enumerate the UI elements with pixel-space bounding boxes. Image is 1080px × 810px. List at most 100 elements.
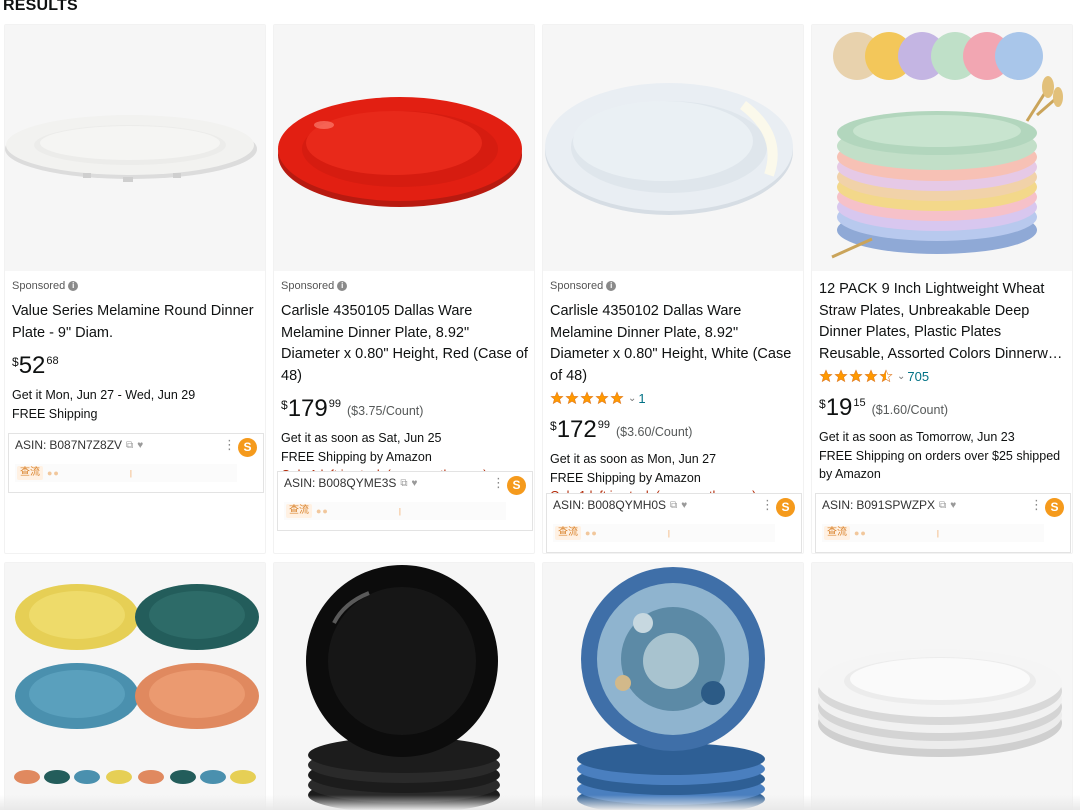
- product-card[interactable]: [273, 562, 535, 810]
- sponsored-label[interactable]: Sponsored i: [281, 279, 531, 293]
- heart-icon[interactable]: ♥: [950, 500, 956, 511]
- asin-label: ASIN:: [822, 498, 854, 512]
- traffic-bar: 查流 ●● |: [284, 502, 506, 520]
- star-icon: [864, 369, 878, 383]
- asin-label: ASIN:: [553, 498, 585, 512]
- chevron-down-icon[interactable]: ⌄: [897, 371, 905, 382]
- copy-icon[interactable]: ⧉: [400, 478, 407, 489]
- traffic-bar: 查流 ●● |: [822, 524, 1044, 542]
- asin-label: ASIN:: [15, 438, 47, 452]
- product-image[interactable]: [274, 563, 534, 810]
- scroll-edge: [0, 795, 1080, 810]
- product-title[interactable]: 12 PACK 9 Inch Lightweight Wheat Straw P…: [819, 279, 1069, 365]
- extension-panel: ASIN: B008QYMH0S ⧉ ♥ ⋮ S 查流 ●● |: [546, 493, 802, 553]
- star-icon: [849, 369, 863, 383]
- traffic-tag[interactable]: 查流: [286, 504, 312, 518]
- delivery-date: Get it as soon as Mon, Jun 27: [550, 452, 717, 466]
- extension-logo-icon[interactable]: S: [238, 438, 257, 457]
- more-options-icon[interactable]: ⋮: [223, 437, 236, 453]
- asin-value[interactable]: B008QYMH0S: [587, 498, 666, 512]
- traffic-tick-icon: |: [129, 468, 132, 478]
- product-card[interactable]: [811, 562, 1073, 810]
- more-options-icon[interactable]: ⋮: [1030, 497, 1043, 513]
- extension-panel: ASIN: B087N7Z8ZV ⧉ ♥ ⋮ S 查流 ●● |: [8, 433, 264, 493]
- star-icon: [879, 369, 893, 383]
- results-grid: Sponsored i Value Series Melamine Round …: [0, 24, 1080, 810]
- rating-stars[interactable]: [819, 369, 893, 383]
- star-icon: [819, 369, 833, 383]
- more-options-icon[interactable]: ⋮: [492, 475, 505, 491]
- rating-count[interactable]: 1: [638, 391, 645, 406]
- product-image[interactable]: [543, 563, 803, 810]
- more-options-icon[interactable]: ⋮: [761, 497, 774, 513]
- product-card[interactable]: 12 PACK 9 Inch Lightweight Wheat Straw P…: [811, 24, 1073, 554]
- traffic-dots-icon: ●●: [47, 468, 60, 478]
- product-card[interactable]: Sponsored i Carlisle 4350102 Dallas Ware…: [542, 24, 804, 554]
- heart-icon[interactable]: ♥: [137, 440, 143, 451]
- price[interactable]: $ 19 15 ($1.60/Count): [819, 394, 1069, 422]
- product-card[interactable]: [542, 562, 804, 810]
- asin-value[interactable]: B087N7Z8ZV: [49, 438, 122, 452]
- product-title[interactable]: Value Series Melamine Round Dinner Plate…: [12, 301, 262, 344]
- product-card[interactable]: Sponsored i Carlisle 4350105 Dallas Ware…: [273, 24, 535, 554]
- traffic-tick-icon: |: [398, 506, 401, 516]
- traffic-tick-icon: |: [667, 528, 670, 538]
- copy-icon[interactable]: ⧉: [670, 500, 677, 511]
- shipping-info: FREE Shipping by Amazon: [550, 470, 701, 485]
- copy-icon[interactable]: ⧉: [126, 440, 133, 451]
- info-icon[interactable]: i: [337, 281, 348, 291]
- product-image[interactable]: [812, 25, 1072, 271]
- info-icon[interactable]: i: [606, 281, 617, 291]
- sponsored-label[interactable]: Sponsored i: [550, 279, 800, 293]
- product-title[interactable]: Carlisle 4350102 Dallas Ware Melamine Di…: [550, 301, 800, 387]
- extension-logo-icon[interactable]: S: [776, 498, 795, 517]
- traffic-tick-icon: |: [936, 528, 939, 538]
- chevron-down-icon[interactable]: ⌄: [628, 393, 636, 404]
- rating-stars[interactable]: [550, 391, 624, 405]
- product-image[interactable]: [812, 563, 1072, 810]
- traffic-bar: 查流 ●● |: [15, 464, 237, 482]
- traffic-bar: 查流 ●● |: [553, 524, 775, 542]
- traffic-tag[interactable]: 查流: [555, 526, 581, 540]
- product-image[interactable]: [274, 25, 534, 271]
- delivery-date: Get it as soon as Sat, Jun 25: [281, 431, 442, 445]
- results-heading: RESULTS: [3, 0, 78, 14]
- rating-count[interactable]: 705: [907, 369, 929, 384]
- traffic-dots-icon: ●●: [854, 528, 867, 538]
- rating[interactable]: ⌄ 705: [819, 366, 1069, 386]
- unit-price: ($3.75/Count): [346, 404, 424, 418]
- extension-logo-icon[interactable]: S: [507, 476, 526, 495]
- product-image[interactable]: [5, 25, 265, 271]
- price[interactable]: $ 52 68: [12, 352, 262, 380]
- traffic-dots-icon: ●●: [316, 506, 329, 516]
- sponsored-label[interactable]: Sponsored i: [12, 279, 262, 293]
- traffic-tag[interactable]: 查流: [824, 526, 850, 540]
- product-image[interactable]: [5, 563, 265, 810]
- asin-label: ASIN:: [284, 476, 316, 490]
- product-image[interactable]: [543, 25, 803, 271]
- rating[interactable]: ⌄ 1: [550, 388, 800, 408]
- product-card[interactable]: Sponsored i Value Series Melamine Round …: [4, 24, 266, 554]
- extension-logo-icon[interactable]: S: [1045, 498, 1064, 517]
- delivery-date: Get it Mon, Jun 27 - Wed, Jun 29: [12, 388, 196, 402]
- info-icon[interactable]: i: [68, 281, 79, 291]
- traffic-tag[interactable]: 查流: [17, 466, 43, 480]
- price[interactable]: $ 172 99 ($3.60/Count): [550, 416, 800, 444]
- product-title[interactable]: Carlisle 4350105 Dallas Ware Melamine Di…: [281, 301, 531, 387]
- asin-value[interactable]: B091SPWZPX: [856, 498, 935, 512]
- star-icon: [610, 391, 624, 405]
- star-icon: [595, 391, 609, 405]
- heart-icon[interactable]: ♥: [412, 478, 418, 489]
- price[interactable]: $ 179 99 ($3.75/Count): [281, 395, 531, 423]
- shipping-info: FREE Shipping on orders over $25 shipped…: [819, 448, 1061, 482]
- delivery-date: Get it as soon as Tomorrow, Jun 23: [819, 430, 1015, 444]
- product-card[interactable]: [4, 562, 266, 810]
- unit-price: ($1.60/Count): [871, 403, 949, 417]
- heart-icon[interactable]: ♥: [681, 500, 687, 511]
- star-icon: [550, 391, 564, 405]
- star-icon: [834, 369, 848, 383]
- asin-value[interactable]: B008QYME3S: [318, 476, 396, 490]
- extension-panel: ASIN: B091SPWZPX ⧉ ♥ ⋮ S 查流 ●● |: [815, 493, 1071, 553]
- copy-icon[interactable]: ⧉: [939, 500, 946, 511]
- traffic-dots-icon: ●●: [585, 528, 598, 538]
